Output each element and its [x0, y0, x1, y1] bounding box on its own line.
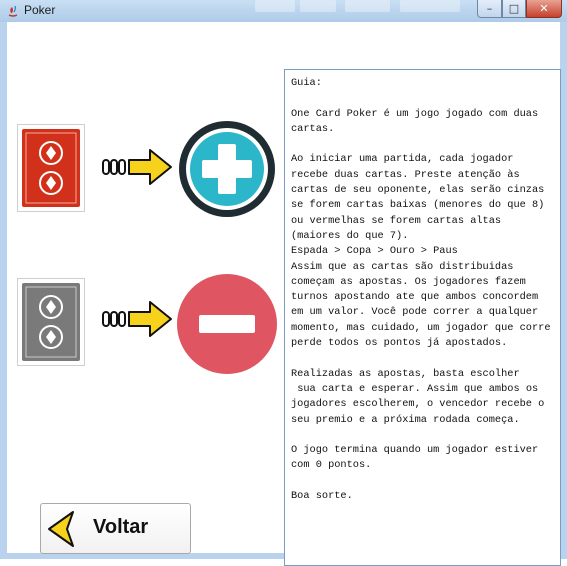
window-border-left: [0, 22, 7, 559]
minimize-icon: –: [486, 2, 493, 15]
window-titlebar[interactable]: Poker – □ ✕: [0, 0, 567, 22]
guide-text: Guia: One Card Poker é um jogo jogado co…: [291, 77, 551, 503]
back-button[interactable]: Voltar: [40, 503, 191, 554]
minimize-button[interactable]: –: [477, 0, 502, 18]
back-arrow-icon: [48, 511, 74, 547]
maximize-icon: □: [508, 2, 520, 15]
background-blur: [345, 0, 390, 12]
background-blur: [400, 0, 460, 12]
arrow-right-icon: [102, 149, 172, 185]
client-area: Guia: One Card Poker é um jogo jogado co…: [7, 22, 561, 566]
close-icon: ✕: [539, 2, 549, 15]
window-title: Poker: [24, 3, 56, 17]
plus-circle-icon: [179, 121, 275, 217]
background-blur: [300, 0, 336, 12]
guide-text-area[interactable]: Guia: One Card Poker é um jogo jogado co…: [284, 69, 561, 566]
close-button[interactable]: ✕: [526, 0, 562, 18]
background-blur: [255, 0, 295, 12]
window-border-right: [560, 22, 567, 559]
java-app-icon: [8, 5, 18, 17]
grey-card-image: [17, 278, 85, 366]
minus-circle-icon: [177, 274, 277, 374]
red-card-image: [17, 124, 85, 212]
maximize-button[interactable]: □: [502, 0, 526, 18]
back-button-label: Voltar: [93, 516, 149, 538]
arrow-right-icon: [102, 301, 172, 337]
